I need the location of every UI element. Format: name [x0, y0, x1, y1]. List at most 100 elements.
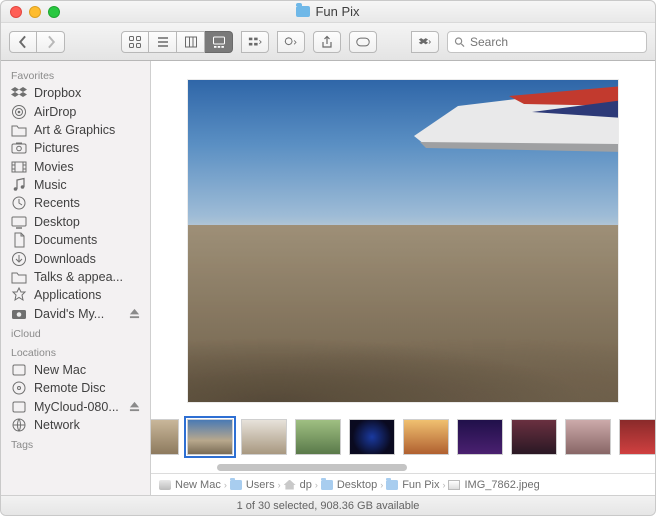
dropbox-icon	[11, 86, 27, 100]
sidebar-item-talks[interactable]: Talks & appea...	[1, 268, 150, 286]
thumbnail[interactable]	[565, 419, 611, 455]
sidebar-item-remote-disc[interactable]: Remote Disc	[1, 379, 150, 397]
zoom-window-button[interactable]	[48, 6, 60, 18]
search-icon	[454, 36, 465, 48]
cd-icon	[11, 381, 27, 395]
status-bar: 1 of 30 selected, 908.36 GB available	[1, 495, 655, 515]
sidebar-item-network[interactable]: Network	[1, 416, 150, 434]
sidebar-item-pictures[interactable]: Pictures	[1, 139, 150, 157]
list-view-button[interactable]	[149, 31, 177, 53]
airplane-wing	[414, 86, 618, 198]
thumbnail[interactable]	[295, 419, 341, 455]
sidebar-header-locations: Locations	[1, 342, 150, 361]
path-seg-dp[interactable]: dp	[284, 479, 312, 491]
desktop-icon	[11, 215, 27, 229]
chevron-right-icon: ›	[380, 480, 383, 490]
nav-buttons	[9, 31, 65, 53]
action-menu-button[interactable]	[277, 31, 305, 53]
folder-icon	[296, 6, 310, 17]
eject-icon[interactable]	[129, 308, 140, 319]
music-icon	[11, 178, 27, 192]
folder-icon	[230, 480, 242, 490]
disk-icon	[11, 363, 27, 377]
sidebar: Favorites Dropbox AirDrop Art & Graphics…	[1, 61, 151, 495]
recents-icon	[11, 196, 27, 210]
thumbnail-strip	[151, 413, 655, 461]
folder-icon	[11, 123, 27, 137]
folder-icon	[11, 270, 27, 284]
sidebar-item-new-mac[interactable]: New Mac	[1, 361, 150, 379]
camera-icon	[11, 307, 27, 321]
path-seg-desktop[interactable]: Desktop	[321, 479, 377, 491]
column-view-button[interactable]	[177, 31, 205, 53]
window-controls	[10, 6, 60, 18]
icon-view-button[interactable]	[121, 31, 149, 53]
path-bar: New Mac› Users› dp› Desktop› Fun Pix› IM…	[151, 473, 655, 495]
search-field[interactable]	[447, 31, 647, 53]
downloads-icon	[11, 252, 27, 266]
thumbnail[interactable]	[619, 419, 655, 455]
path-seg-new-mac[interactable]: New Mac	[159, 479, 221, 491]
sidebar-header-icloud: iCloud	[1, 323, 150, 342]
sidebar-item-applications[interactable]: Applications	[1, 286, 150, 304]
airdrop-icon	[11, 105, 27, 119]
thumbnail[interactable]	[349, 419, 395, 455]
sidebar-item-music[interactable]: Music	[1, 176, 150, 194]
sidebar-item-airdrop[interactable]: AirDrop	[1, 102, 150, 120]
share-button[interactable]	[313, 31, 341, 53]
movies-icon	[11, 160, 27, 174]
sidebar-item-davids-my[interactable]: David's My...	[1, 305, 150, 323]
chevron-right-icon: ›	[224, 480, 227, 490]
gallery-view-button[interactable]	[205, 31, 233, 53]
sidebar-item-desktop[interactable]: Desktop	[1, 213, 150, 231]
pictures-icon	[11, 141, 27, 155]
thumbnail[interactable]	[511, 419, 557, 455]
path-seg-file[interactable]: IMG_7862.jpeg	[448, 479, 539, 491]
tags-button[interactable]	[349, 31, 377, 53]
status-text: 1 of 30 selected, 908.36 GB available	[237, 500, 420, 512]
toolbar	[1, 23, 655, 61]
titlebar: Fun Pix	[1, 1, 655, 23]
window-body: Favorites Dropbox AirDrop Art & Graphics…	[1, 61, 655, 495]
sidebar-item-downloads[interactable]: Downloads	[1, 249, 150, 267]
horizontal-scrollbar[interactable]	[151, 461, 655, 473]
sidebar-item-movies[interactable]: Movies	[1, 158, 150, 176]
view-mode-buttons	[121, 31, 233, 53]
forward-button[interactable]	[37, 31, 65, 53]
window-title: Fun Pix	[1, 4, 655, 19]
applications-icon	[11, 288, 27, 302]
close-window-button[interactable]	[10, 6, 22, 18]
path-seg-users[interactable]: Users	[230, 479, 275, 491]
network-icon	[11, 418, 27, 432]
sidebar-item-mycloud[interactable]: MyCloud-080...	[1, 398, 150, 416]
chevron-right-icon: ›	[278, 480, 281, 490]
disk-icon	[11, 400, 27, 414]
thumbnail[interactable]	[151, 419, 179, 455]
sidebar-item-documents[interactable]: Documents	[1, 231, 150, 249]
dropbox-menu-button[interactable]	[411, 31, 439, 53]
home-icon	[284, 480, 296, 490]
sidebar-item-art-graphics[interactable]: Art & Graphics	[1, 121, 150, 139]
scrollbar-handle[interactable]	[217, 464, 407, 471]
back-button[interactable]	[9, 31, 37, 53]
finder-window: Fun Pix	[0, 0, 656, 516]
thumbnail[interactable]	[457, 419, 503, 455]
sidebar-item-dropbox[interactable]: Dropbox	[1, 84, 150, 102]
group-by-button[interactable]	[241, 31, 269, 53]
path-seg-fun-pix[interactable]: Fun Pix	[386, 479, 439, 491]
preview-image[interactable]	[188, 80, 618, 402]
folder-icon	[386, 480, 398, 490]
sidebar-header-favorites: Favorites	[1, 65, 150, 84]
content-area: New Mac› Users› dp› Desktop› Fun Pix› IM…	[151, 61, 655, 495]
documents-icon	[11, 233, 27, 247]
search-input[interactable]	[470, 35, 640, 49]
window-title-text: Fun Pix	[315, 4, 359, 19]
chevron-right-icon: ›	[442, 480, 445, 490]
sidebar-item-recents[interactable]: Recents	[1, 194, 150, 212]
minimize-window-button[interactable]	[29, 6, 41, 18]
folder-icon	[321, 480, 333, 490]
eject-icon[interactable]	[129, 401, 140, 412]
thumbnail-selected[interactable]	[187, 419, 233, 455]
thumbnail[interactable]	[241, 419, 287, 455]
thumbnail[interactable]	[403, 419, 449, 455]
